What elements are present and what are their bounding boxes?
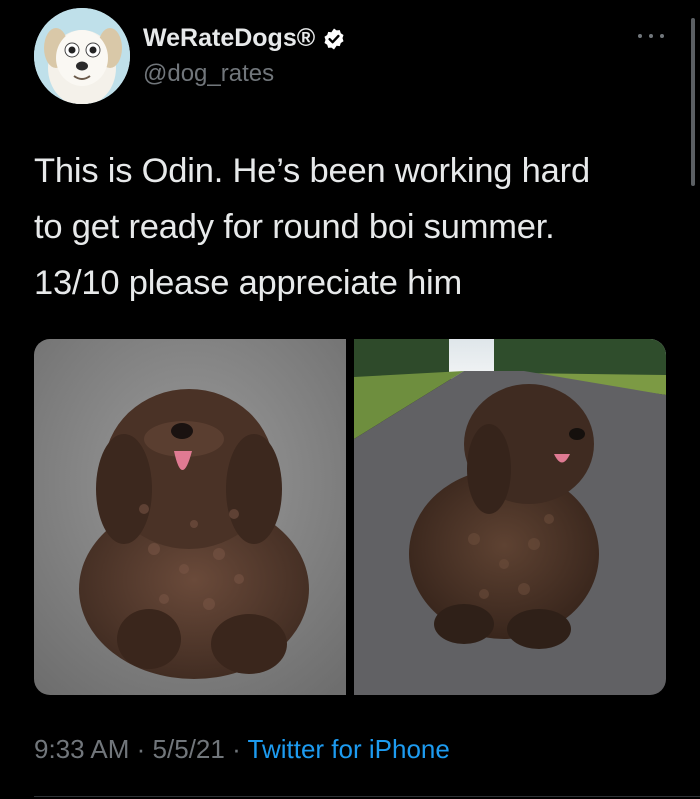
dog-photo-side[interactable] (354, 339, 666, 695)
tweet-text: This is Odin. He’s been working hard to … (34, 143, 674, 311)
dog-avatar-image (34, 8, 130, 104)
user-handle[interactable]: @dog_rates (143, 60, 274, 88)
tweet-date[interactable]: 5/5/21 (153, 734, 225, 764)
tweet-time[interactable]: 9:33 AM (34, 734, 129, 764)
dot (660, 34, 664, 38)
tweet-source-link[interactable]: Twitter for iPhone (248, 734, 450, 764)
separator: · (136, 734, 146, 764)
dot (638, 34, 642, 38)
scrollbar[interactable] (691, 18, 695, 186)
tweet-text-line: to get ready for round boi summer. (34, 208, 555, 246)
tweet-media (34, 339, 666, 695)
avatar[interactable] (34, 8, 130, 104)
tweet-meta: 9:33 AM · 5/5/21 · Twitter for iPhone (34, 734, 450, 765)
tweet-text-line: This is Odin. He’s been working hard (34, 152, 590, 190)
tweet-text-line: 13/10 please appreciate him (34, 264, 463, 302)
dog-photo-front[interactable] (34, 339, 346, 695)
dot (649, 34, 653, 38)
display-name[interactable]: WeRateDogs® (143, 24, 346, 53)
separator: · (232, 734, 241, 764)
more-options-icon[interactable] (638, 30, 664, 42)
display-name-text: WeRateDogs® (143, 24, 316, 52)
divider (34, 796, 700, 797)
verified-badge-icon (322, 27, 346, 51)
